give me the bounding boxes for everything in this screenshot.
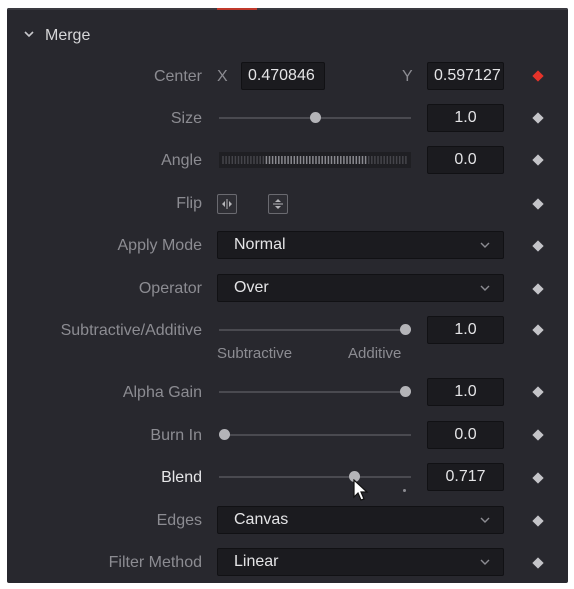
apply-mode-dropdown[interactable]: Normal [217, 231, 504, 259]
mouse-pointer-icon [353, 479, 369, 501]
alpha-gain-label: Alpha Gain [122, 384, 202, 401]
blend-input[interactable]: 0.717 [427, 463, 504, 491]
center-y-label: Y [402, 68, 413, 85]
apply-mode-label: Apply Mode [117, 237, 203, 254]
filter-method-label: Filter Method [108, 554, 202, 571]
size-slider-thumb[interactable] [309, 112, 321, 123]
chevron-down-icon[interactable] [23, 28, 35, 40]
burn-in-input[interactable]: 0.0 [427, 421, 504, 449]
alpha-gain-slider[interactable] [219, 386, 411, 397]
blend-keyframe-icon[interactable] [532, 472, 544, 484]
size-keyframe-icon[interactable] [532, 112, 544, 124]
inspector-panel: Merge Center X 0.470846 Y 0.597127 Size … [7, 8, 568, 583]
size-input[interactable]: 1.0 [427, 104, 504, 132]
angle-keyframe-icon[interactable] [532, 154, 544, 166]
operator-keyframe-icon[interactable] [532, 283, 544, 295]
subtractive-additive-slider-thumb[interactable] [400, 324, 411, 335]
flip-vertical-icon [273, 199, 283, 209]
alpha-gain-keyframe-icon[interactable] [532, 386, 544, 398]
subtractive-additive-keyframe-icon[interactable] [532, 324, 544, 336]
blend-slider[interactable] [219, 471, 411, 482]
filter-method-value: Linear [234, 553, 279, 570]
center-keyframe-icon[interactable] [532, 70, 544, 82]
flip-horizontal-icon [222, 199, 232, 209]
alpha-gain-input[interactable]: 1.0 [427, 378, 504, 406]
angle-thumbwheel[interactable] [219, 152, 411, 168]
merge-section-header[interactable]: Merge [7, 22, 568, 50]
angle-input[interactable]: 0.0 [427, 146, 504, 174]
additive-caption: Additive [348, 345, 402, 362]
edges-value: Canvas [234, 511, 289, 528]
edges-label: Edges [156, 512, 202, 529]
burn-in-slider[interactable] [219, 429, 411, 440]
subtractive-additive-label: Subtractive/Additive [60, 322, 202, 339]
chevron-down-icon [480, 559, 490, 565]
center-label: Center [153, 68, 202, 85]
chevron-down-icon [480, 242, 490, 248]
alpha-gain-slider-thumb[interactable] [400, 386, 411, 397]
center-x-label: X [217, 68, 228, 85]
edges-keyframe-icon[interactable] [532, 515, 544, 527]
chevron-down-icon [480, 285, 490, 291]
flip-horizontal-button[interactable] [217, 194, 237, 214]
operator-dropdown[interactable]: Over [217, 274, 504, 302]
blend-label: Blend [161, 469, 202, 486]
operator-label: Operator [138, 280, 202, 297]
size-label: Size [170, 110, 202, 127]
subtractive-caption: Subtractive [217, 345, 293, 362]
apply-mode-value: Normal [234, 236, 286, 253]
subtractive-additive-input[interactable]: 1.0 [427, 316, 504, 344]
chevron-down-icon [480, 517, 490, 523]
apply-mode-keyframe-icon[interactable] [532, 240, 544, 252]
subtractive-additive-slider[interactable] [219, 324, 411, 335]
burn-in-keyframe-icon[interactable] [532, 429, 544, 441]
angle-label: Angle [161, 152, 202, 169]
burn-in-slider-thumb[interactable] [219, 429, 230, 440]
burn-in-label: Burn In [150, 427, 202, 444]
center-x-input[interactable]: 0.470846 [241, 62, 325, 90]
blend-default-marker [403, 489, 406, 492]
active-tab-indicator [217, 8, 257, 10]
flip-keyframe-icon[interactable] [532, 198, 544, 210]
flip-label: Flip [176, 195, 202, 212]
operator-value: Over [234, 279, 269, 296]
edges-dropdown[interactable]: Canvas [217, 506, 504, 534]
filter-method-dropdown[interactable]: Linear [217, 548, 504, 576]
flip-vertical-button[interactable] [268, 194, 288, 214]
panel-top-border [7, 8, 568, 10]
filter-method-keyframe-icon[interactable] [532, 557, 544, 569]
section-title: Merge [45, 27, 91, 44]
center-y-input[interactable]: 0.597127 [427, 62, 504, 90]
size-slider[interactable] [219, 112, 411, 123]
